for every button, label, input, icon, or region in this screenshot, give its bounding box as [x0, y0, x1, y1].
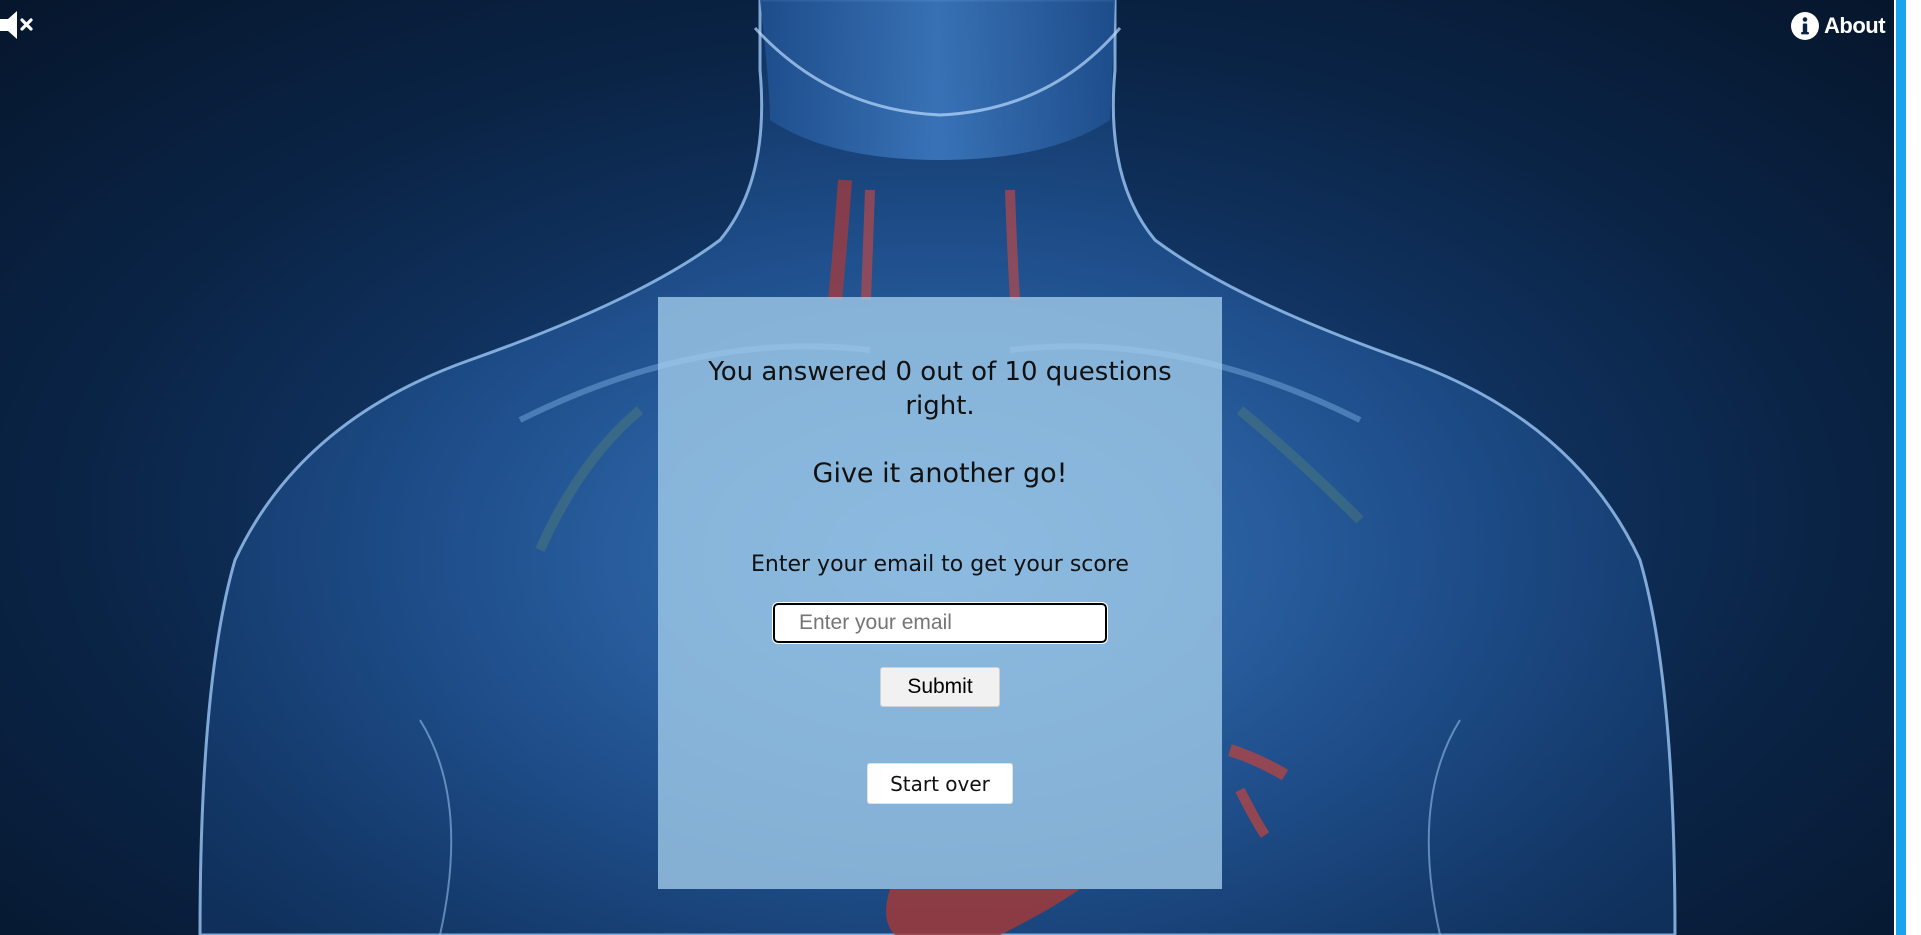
email-input[interactable]	[772, 602, 1108, 644]
submit-button[interactable]: Submit	[880, 667, 1000, 707]
score-result-text: You answered 0 out of 10 questions right…	[708, 357, 1172, 421]
results-panel: You answered 0 out of 10 questions right…	[658, 297, 1222, 889]
info-circle-icon	[1791, 12, 1819, 40]
about-label: About	[1824, 13, 1886, 38]
encouragement-text: Give it another go!	[812, 458, 1068, 489]
start-over-button[interactable]: Start over	[867, 763, 1013, 804]
email-prompt: Enter your email to get your score	[751, 552, 1129, 577]
speaker-muted-icon	[0, 11, 33, 39]
mute-button[interactable]	[0, 8, 38, 42]
about-button[interactable]: About	[1790, 10, 1886, 42]
scrollbar-accent	[1896, 0, 1906, 935]
